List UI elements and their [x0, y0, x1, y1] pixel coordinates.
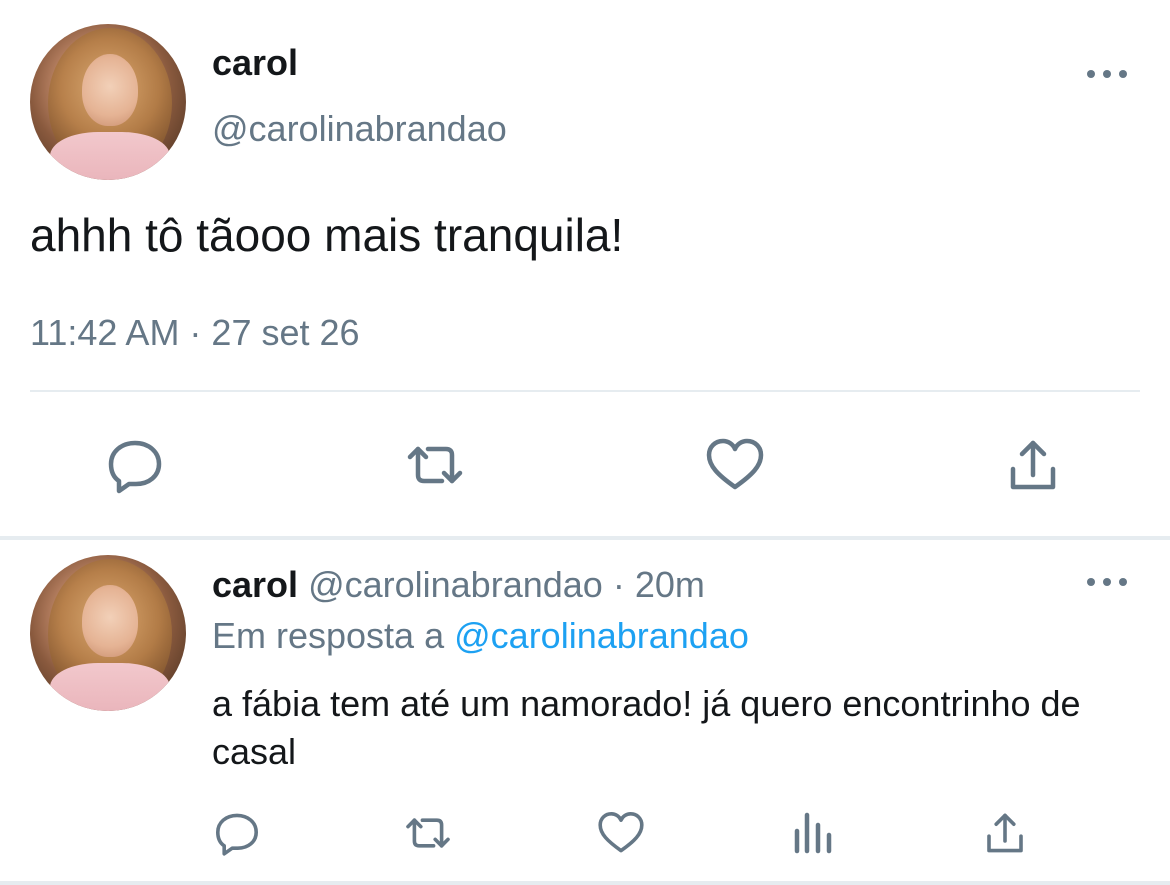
reply-prefix: Em resposta a	[212, 615, 445, 656]
retweet-icon[interactable]	[398, 430, 472, 500]
divider	[30, 390, 1140, 392]
tweet-separator	[0, 881, 1170, 885]
more-options-icon[interactable]	[1087, 575, 1127, 589]
author-handle[interactable]: @carolinabrandao	[308, 564, 603, 605]
main-tweet: carol @carolinabrandao ahhh tô tãooo mai…	[0, 0, 1170, 536]
tweet-separator	[0, 536, 1170, 540]
analytics-icon[interactable]	[790, 808, 836, 858]
avatar[interactable]	[30, 555, 186, 711]
tweet-age[interactable]: 20m	[635, 564, 705, 605]
reply-icon[interactable]	[100, 430, 170, 500]
reply-icon[interactable]	[212, 808, 262, 858]
reply-context: Em resposta a @carolinabrandao	[212, 615, 749, 657]
separator-dot: ·	[612, 564, 625, 605]
reply-mention-link[interactable]: @carolinabrandao	[454, 615, 749, 656]
author-name[interactable]: carol	[212, 42, 298, 84]
like-icon[interactable]	[700, 430, 770, 500]
author-name[interactable]: carol	[212, 564, 298, 605]
share-icon[interactable]	[980, 808, 1030, 858]
more-options-icon[interactable]	[1087, 67, 1127, 81]
tweet-text: ahhh tô tãooo mais tranquila!	[30, 209, 624, 261]
tweet-timestamp[interactable]: 11:42 AM · 27 set 26	[30, 312, 360, 354]
retweet-icon[interactable]	[400, 808, 456, 858]
reply-text: a fábia tem até um namorado! já quero en…	[212, 683, 1081, 772]
author-handle[interactable]: @carolinabrandao	[212, 108, 507, 150]
avatar[interactable]	[30, 24, 186, 180]
reply-header: carol @carolinabrandao · 20m	[212, 564, 705, 606]
share-icon[interactable]	[998, 430, 1068, 500]
like-icon[interactable]	[596, 808, 646, 858]
